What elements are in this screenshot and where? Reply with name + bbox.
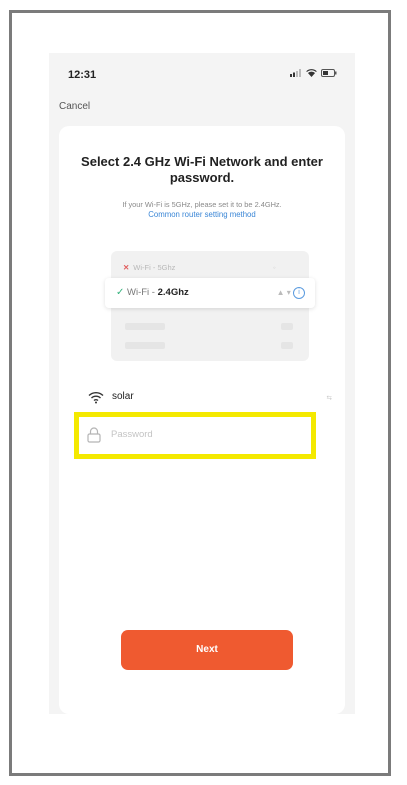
next-button[interactable]: Next — [121, 630, 293, 670]
placeholder-line — [125, 323, 165, 330]
cancel-button[interactable]: Cancel — [59, 101, 90, 112]
bad-network-prefix: Wi-Fi - — [133, 263, 158, 272]
check-icon: ✓ — [116, 287, 125, 298]
password-highlight: Password — [74, 412, 316, 459]
good-network-row: ✓ Wi-Fi - 2.4Ghz ▲ ▾ i — [105, 278, 315, 308]
wifi-icon — [88, 391, 104, 404]
wifi-status-icon — [306, 69, 317, 77]
dim-signal-icon: ◦ — [273, 263, 276, 272]
battery-icon — [321, 69, 337, 77]
phone-screen: 12:31 Cancel Select 2.4 GHz Wi-Fi Networ… — [49, 53, 355, 714]
wifi-ssid: solar — [112, 391, 134, 402]
info-icon: i — [293, 286, 305, 299]
bad-network-row: ✕ Wi-Fi - 5Ghz ◦ — [123, 263, 276, 272]
lock-icon — [87, 427, 101, 443]
wifi-small-icon: ▾ — [286, 288, 291, 297]
placeholder-line — [125, 342, 165, 349]
lock-icon: ▲ — [276, 288, 285, 297]
cross-icon: ✕ — [123, 263, 130, 272]
password-placeholder: Password — [111, 429, 153, 440]
good-network-prefix: Wi-Fi - — [127, 287, 158, 298]
bad-network-band: 5Ghz — [157, 263, 176, 272]
placeholder-line — [281, 342, 293, 349]
signal-icon — [290, 69, 301, 77]
placeholder-line — [281, 323, 293, 330]
wifi-network-row[interactable]: solar ⇆ — [88, 389, 334, 409]
network-row-icons: ▲ ▾ i — [277, 278, 305, 308]
page-title: Select 2.4 GHz Wi-Fi Network and enter p… — [81, 154, 323, 185]
router-setting-link[interactable]: Common router setting method — [59, 210, 345, 220]
good-network-band: 2.4Ghz — [157, 287, 189, 298]
wifi-band-illustration: ✕ Wi-Fi - 5Ghz ◦ ✓ Wi-Fi - 2.4Ghz ▲ ▾ i — [105, 251, 315, 361]
status-icons — [290, 69, 337, 77]
status-bar: 12:31 — [49, 53, 355, 93]
status-time: 12:31 — [68, 69, 97, 81]
hint-text: If your Wi-Fi is 5GHz, please set it to … — [122, 200, 282, 209]
switch-network-icon[interactable]: ⇆ — [327, 394, 332, 402]
good-network-label: Wi-Fi - 2.4Ghz — [127, 278, 189, 308]
password-field[interactable]: Password — [79, 417, 311, 454]
